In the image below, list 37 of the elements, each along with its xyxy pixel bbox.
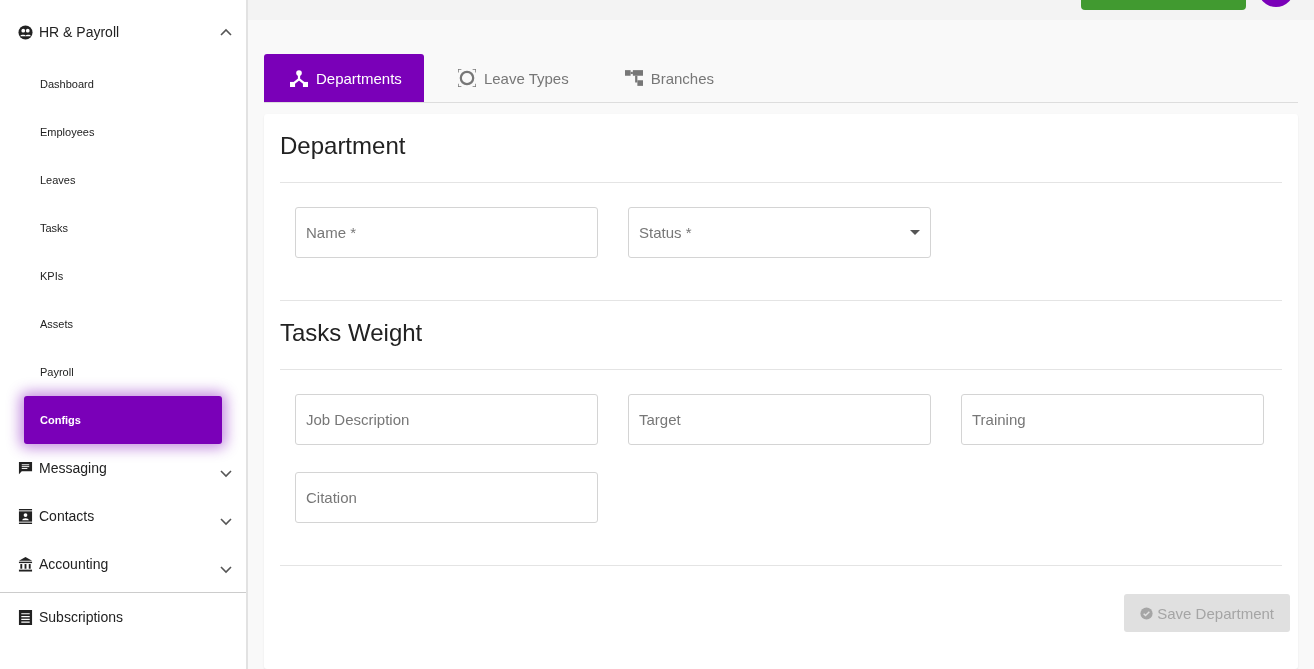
branch-icon <box>624 69 643 87</box>
select-field[interactable]: Status * <box>628 207 931 258</box>
section-title: Tasks Weight <box>280 318 424 348</box>
ring-icon <box>457 69 476 87</box>
sidebar-group[interactable]: Contacts <box>0 492 246 540</box>
section-title: Department <box>280 131 407 161</box>
sidebar-group[interactable]: Messaging <box>0 444 246 492</box>
chevron-down-icon <box>220 470 232 478</box>
tab[interactable]: Departments <box>264 54 424 102</box>
sidebar-item[interactable]: Payroll <box>0 348 246 396</box>
sidebar-item[interactable]: Subscriptions <box>0 593 246 641</box>
sidebar-item[interactable]: Assets <box>0 300 246 348</box>
sidebar-item[interactable]: Tasks <box>0 204 246 252</box>
sidebar-item[interactable]: Leaves <box>0 156 246 204</box>
sidebar-item[interactable]: KPIs <box>0 252 246 300</box>
people-icon <box>18 24 33 40</box>
tab[interactable]: Leave Types <box>431 54 591 102</box>
contact-card-icon <box>18 508 33 524</box>
tab[interactable]: Branches <box>598 54 737 102</box>
sidebar-group[interactable]: HR & Payroll <box>0 8 246 56</box>
sidebar-item[interactable]: Dashboard <box>0 60 246 108</box>
input-field[interactable]: Citation <box>295 472 598 523</box>
sidebar-item[interactable]: Employees <box>0 108 246 156</box>
check-circle-icon <box>1140 606 1154 620</box>
message-icon <box>18 460 33 476</box>
input-field[interactable]: Target <box>628 394 931 445</box>
sidebar-item[interactable]: Configs <box>24 396 222 444</box>
input-field[interactable]: Name * <box>295 207 598 258</box>
chevron-down-icon <box>220 566 232 574</box>
hierarchy-icon <box>290 69 308 87</box>
input-field[interactable]: Training <box>961 394 1264 445</box>
sidebar-group[interactable]: Accounting <box>0 540 246 588</box>
chevron-down-icon <box>220 518 232 526</box>
chevron-up-icon <box>220 28 232 36</box>
input-field[interactable]: Job Description <box>295 394 598 445</box>
list-icon <box>18 609 33 625</box>
bank-icon <box>18 556 33 572</box>
